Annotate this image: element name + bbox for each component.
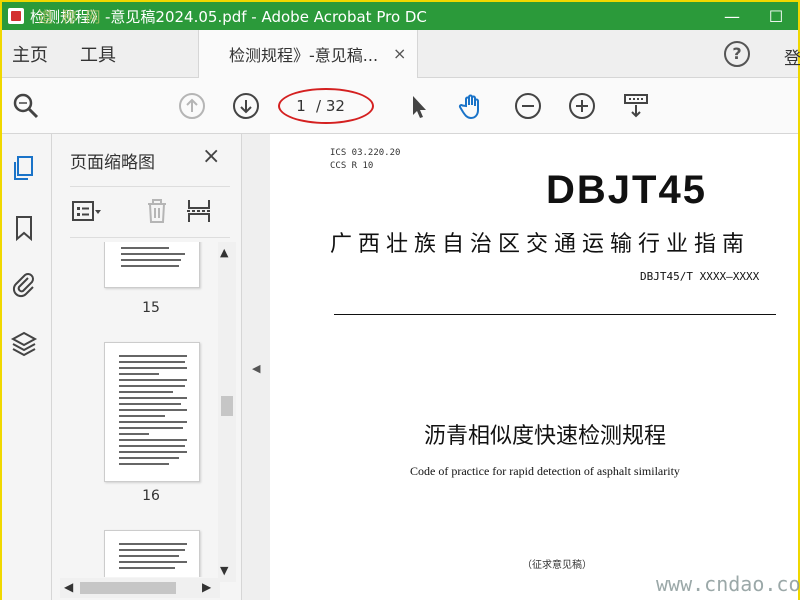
navigation-rail	[2, 134, 52, 600]
next-page-icon[interactable]	[232, 92, 260, 120]
page-thumbnail[interactable]	[104, 530, 200, 577]
divider	[334, 314, 776, 315]
thumbnail-page-number: 16	[142, 488, 160, 504]
document-title-cn: 沥青相似度快速检测规程	[424, 424, 667, 449]
document-title-en: Code of practice for rapid detection of …	[410, 464, 680, 478]
options-menu-icon[interactable]	[72, 199, 102, 225]
thumbnail-list: 15 16	[70, 242, 220, 577]
help-icon[interactable]: ?	[724, 41, 750, 67]
scroll-left-icon[interactable]: ◀	[64, 580, 73, 594]
maximize-button[interactable]: ☐	[754, 7, 798, 26]
ics-code: ICS 03.220.20	[330, 148, 401, 158]
document-tab-label: 检测规程》-意见稿...	[229, 45, 379, 65]
page-thumbnail[interactable]	[104, 342, 200, 482]
collapse-arrow-icon[interactable]: ◀	[252, 362, 260, 375]
panel-title: 页面缩略图	[70, 153, 155, 173]
toolbar: 1 / 32	[2, 78, 798, 134]
scroll-down-icon[interactable]: ▼	[220, 564, 228, 577]
page-thumbnail[interactable]	[104, 242, 200, 288]
zoom-in-icon[interactable]	[568, 92, 596, 120]
scroll-thumb[interactable]	[221, 396, 233, 416]
ccs-code: CCS R 10	[330, 161, 374, 171]
thumbnail-page-number: 15	[142, 300, 160, 316]
menu-home[interactable]: 主页	[2, 41, 48, 67]
document-tab[interactable]: 检测规程》-意见稿... ×	[198, 29, 418, 78]
scroll-thumb[interactable]	[80, 582, 176, 594]
window-title: 检测规程》-意见稿2024.05.pdf - Adobe Acrobat Pro…	[30, 7, 427, 26]
menu-tab-bar: 主页 工具 检测规程》-意见稿... × ? 登	[2, 29, 800, 78]
document-page: ICS 03.220.20 CCS R 10 DBJT45 广西壮族自治区交通运…	[270, 134, 798, 600]
hand-tool-icon[interactable]	[458, 92, 486, 120]
zoom-out-icon[interactable]	[514, 92, 542, 120]
page-thumbnails-icon[interactable]	[10, 154, 38, 182]
thumbnail-vertical-scrollbar[interactable]: ▲ ▼	[218, 242, 236, 582]
sign-in-button[interactable]: 登	[784, 44, 800, 69]
title-bar: 检测规程》-意见稿2024.05.pdf - Adobe Acrobat Pro…	[2, 2, 798, 30]
delete-icon[interactable]	[144, 197, 170, 225]
acrobat-icon	[8, 8, 24, 24]
close-tab-icon[interactable]: ×	[393, 44, 417, 63]
previous-page-icon[interactable]	[178, 92, 206, 120]
draft-note: （征求意见稿）	[522, 560, 592, 571]
bookmark-icon[interactable]	[10, 214, 38, 242]
split-page-icon[interactable]	[186, 197, 212, 225]
menu-tools[interactable]: 工具	[70, 41, 116, 67]
standard-code: DBJT45	[546, 168, 707, 212]
attachment-icon[interactable]	[10, 270, 38, 298]
panel-collapse-strip[interactable]: ◀	[242, 134, 270, 600]
scroll-mode-icon[interactable]	[622, 92, 650, 120]
watermark-top: 道 称 网	[38, 8, 103, 26]
layers-icon[interactable]	[10, 330, 38, 358]
issuing-organization: 广西壮族自治区交通运输行业指南	[330, 232, 751, 257]
scroll-right-icon[interactable]: ▶	[202, 580, 211, 594]
scroll-up-icon[interactable]: ▲	[220, 246, 228, 259]
panel-toolbar	[70, 186, 230, 238]
close-panel-icon[interactable]: ×	[202, 144, 220, 169]
minimize-button[interactable]: —	[710, 7, 754, 26]
watermark-bottom: www.cndao.com	[656, 572, 800, 596]
thumbnails-panel: 页面缩略图 × 15 16 ▲ ▼ ◀ ▶	[52, 134, 242, 600]
select-cursor-icon[interactable]	[404, 92, 432, 120]
search-icon[interactable]	[12, 92, 40, 120]
standard-number: DBJT45/T XXXX—XXXX	[640, 270, 760, 283]
highlight-ellipse	[278, 88, 374, 124]
thumbnail-horizontal-scrollbar[interactable]: ◀ ▶	[60, 578, 220, 598]
